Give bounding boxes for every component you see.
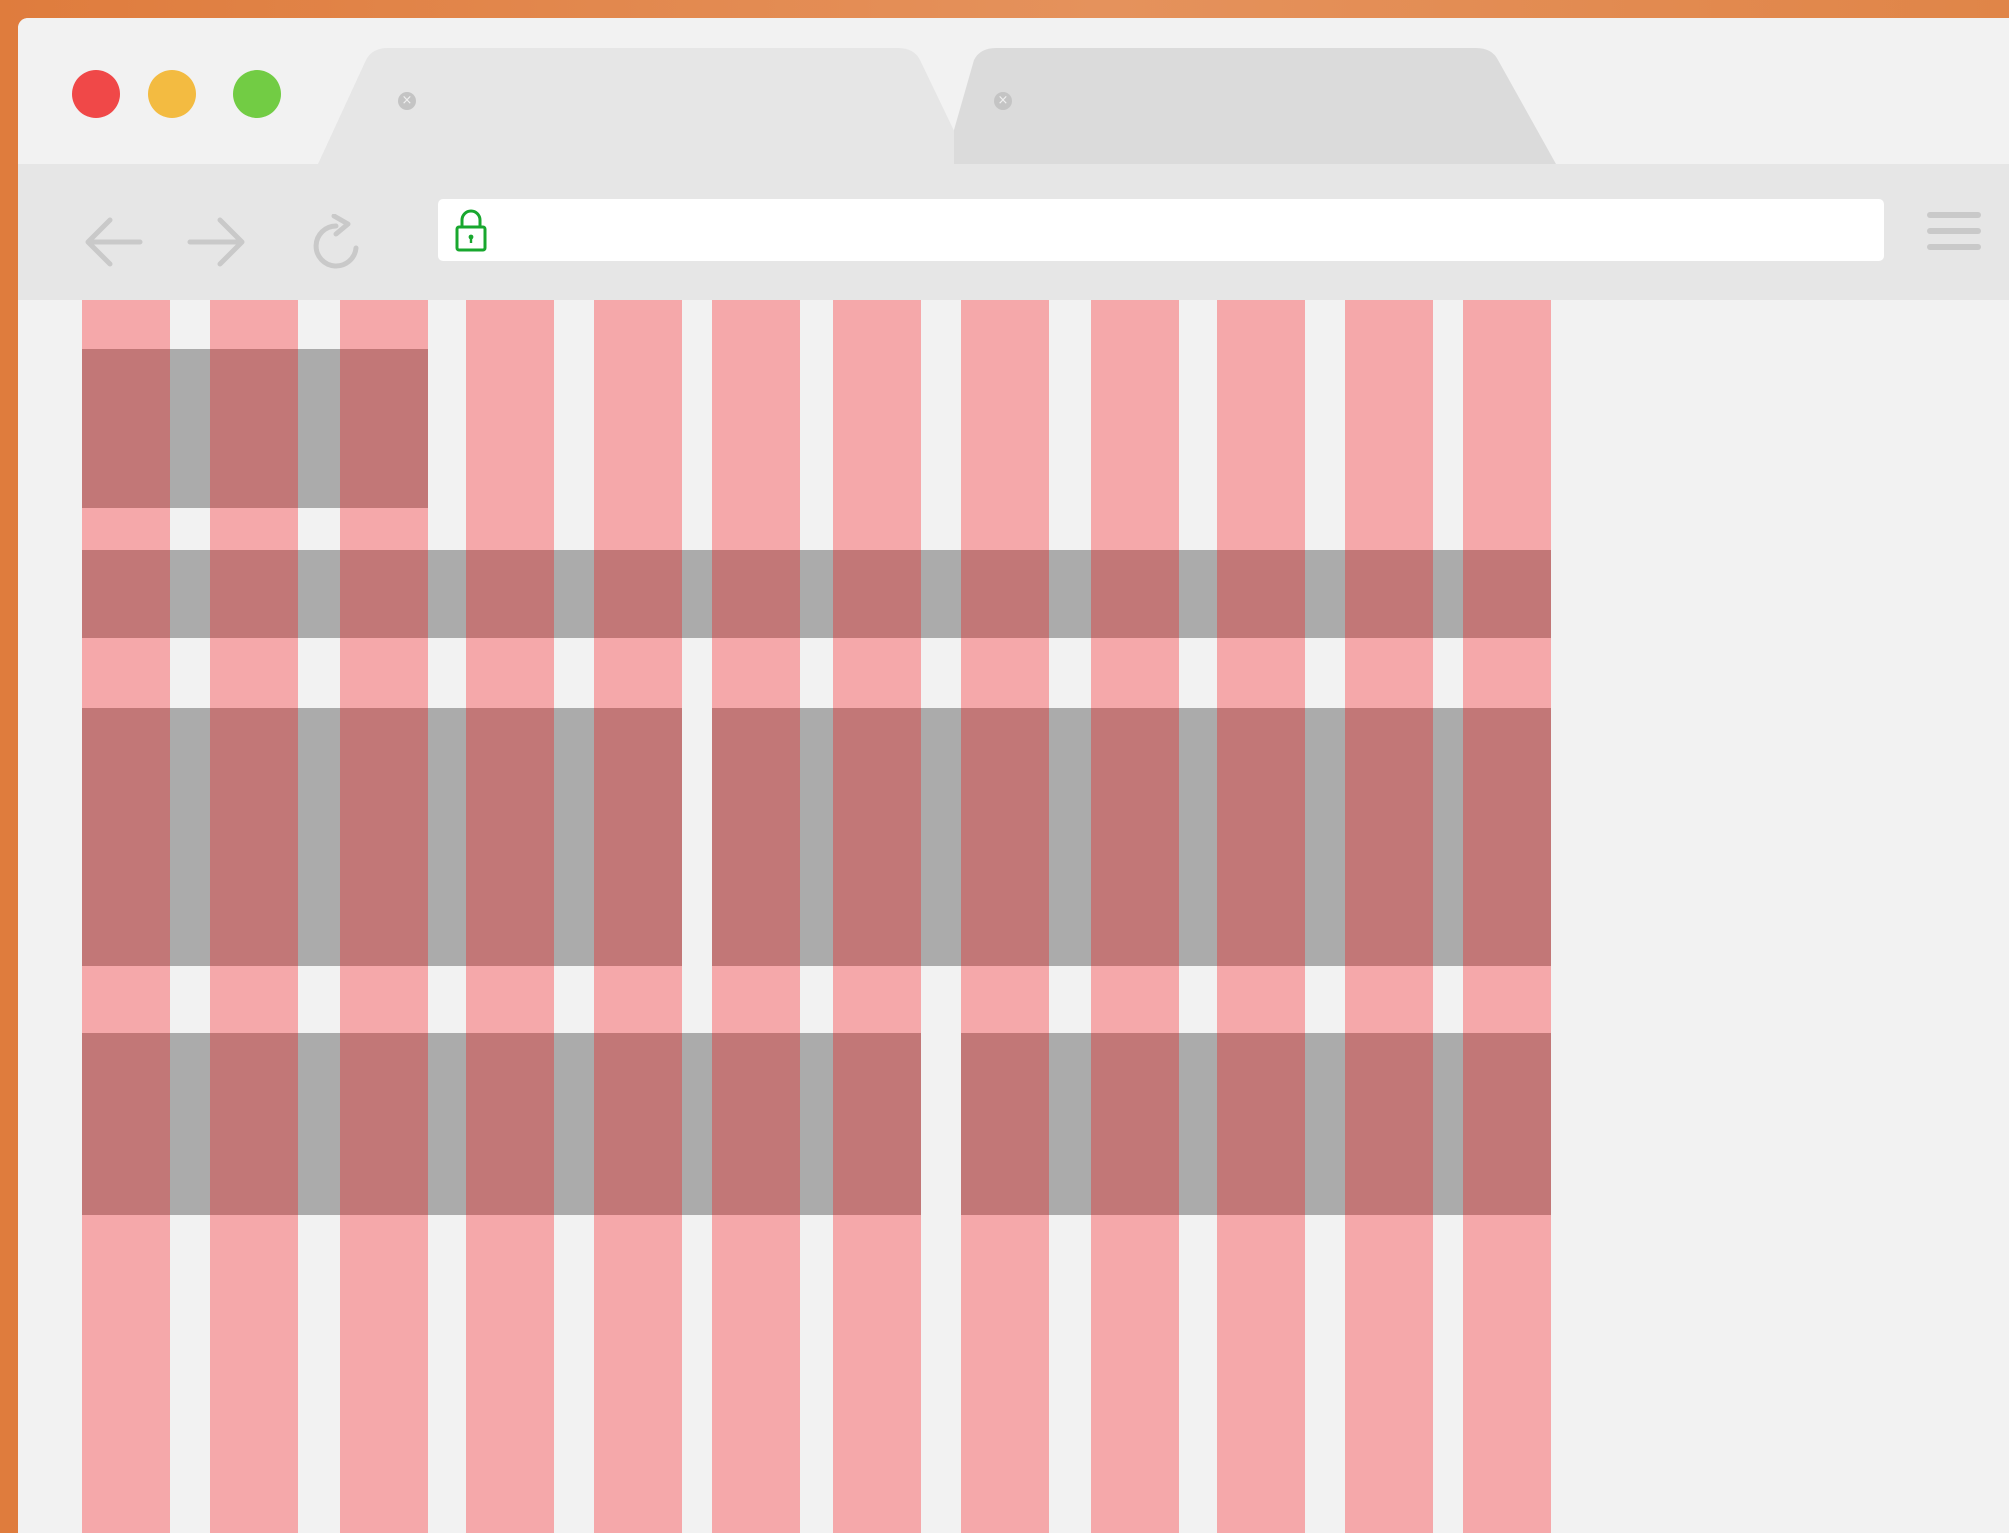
row-3-cell-col-3 bbox=[340, 708, 428, 966]
row-4-cell-col-11 bbox=[1345, 1033, 1433, 1215]
row-4-cell-col-12 bbox=[1463, 1033, 1551, 1215]
close-icon[interactable]: × bbox=[994, 92, 1012, 110]
minimize-window-button[interactable] bbox=[148, 70, 196, 118]
row-1-cell-col-2 bbox=[210, 349, 298, 508]
forward-button[interactable] bbox=[184, 214, 248, 270]
row-2-span-1 bbox=[82, 550, 1551, 638]
reload-button[interactable] bbox=[308, 213, 368, 270]
tab-shape bbox=[318, 48, 970, 164]
row-3-cell-col-7 bbox=[833, 708, 921, 966]
row-3-cell-col-5 bbox=[594, 708, 682, 966]
row-2-cell-col-5 bbox=[594, 550, 682, 638]
row-3-cell-col-9 bbox=[1091, 708, 1179, 966]
row-2-cell-col-9 bbox=[1091, 550, 1179, 638]
row-4-cell-col-4 bbox=[466, 1033, 554, 1215]
row-4-cell-col-3 bbox=[340, 1033, 428, 1215]
row-4-cell-col-7 bbox=[833, 1033, 921, 1215]
row-4-cell-col-5 bbox=[594, 1033, 682, 1215]
row-3-cell-col-12 bbox=[1463, 708, 1551, 966]
browser-window: × × bbox=[18, 18, 2009, 1533]
row-2-cell-col-1 bbox=[82, 550, 170, 638]
row-3-cell-col-4 bbox=[466, 708, 554, 966]
row-3-cell-col-1 bbox=[82, 708, 170, 966]
row-3-cell-col-2 bbox=[210, 708, 298, 966]
row-2-cell-col-11 bbox=[1345, 550, 1433, 638]
maximize-window-button[interactable] bbox=[233, 70, 281, 118]
tab-bar: × × bbox=[18, 18, 2009, 164]
tab-shape bbox=[954, 48, 1556, 164]
row-1-cell-col-1 bbox=[82, 349, 170, 508]
grid-overlay bbox=[82, 300, 1551, 1533]
row-3-cell-col-6 bbox=[712, 708, 800, 966]
row-1-cell-col-3 bbox=[340, 349, 428, 508]
row-4-cell-col-8 bbox=[961, 1033, 1049, 1215]
lock-icon bbox=[455, 209, 487, 252]
close-icon[interactable]: × bbox=[398, 92, 416, 110]
row-4-cell-col-10 bbox=[1217, 1033, 1305, 1215]
row-4-cell-col-2 bbox=[210, 1033, 298, 1215]
page-viewport bbox=[18, 300, 2009, 1533]
row-4-cell-col-9 bbox=[1091, 1033, 1179, 1215]
close-window-button[interactable] bbox=[72, 70, 120, 118]
address-bar[interactable] bbox=[438, 199, 1884, 263]
row-4-cell-col-6 bbox=[712, 1033, 800, 1215]
row-2-cell-col-7 bbox=[833, 550, 921, 638]
hamburger-menu-icon bbox=[1927, 212, 1981, 250]
row-3-cell-col-8 bbox=[961, 708, 1049, 966]
row-2-cell-col-6 bbox=[712, 550, 800, 638]
reload-icon bbox=[313, 213, 359, 269]
row-4-cell-col-1 bbox=[82, 1033, 170, 1215]
row-2-cell-col-12 bbox=[1463, 550, 1551, 638]
menu-button[interactable] bbox=[1927, 210, 1981, 254]
row-2-cell-col-3 bbox=[340, 550, 428, 638]
row-2-cell-col-10 bbox=[1217, 550, 1305, 638]
browser-toolbar bbox=[18, 164, 2009, 300]
row-3-cell-col-10 bbox=[1217, 708, 1305, 966]
arrow-right-icon bbox=[187, 217, 245, 267]
row-2-cell-col-8 bbox=[961, 550, 1049, 638]
row-3-cell-col-11 bbox=[1345, 708, 1433, 966]
url-input[interactable] bbox=[502, 199, 1866, 263]
arrow-left-icon bbox=[85, 217, 143, 267]
back-button[interactable] bbox=[82, 214, 146, 270]
tab-inactive[interactable]: × bbox=[954, 18, 1556, 164]
row-2-cell-col-2 bbox=[210, 550, 298, 638]
row-2-cell-col-4 bbox=[466, 550, 554, 638]
tab-active[interactable]: × bbox=[318, 18, 970, 164]
